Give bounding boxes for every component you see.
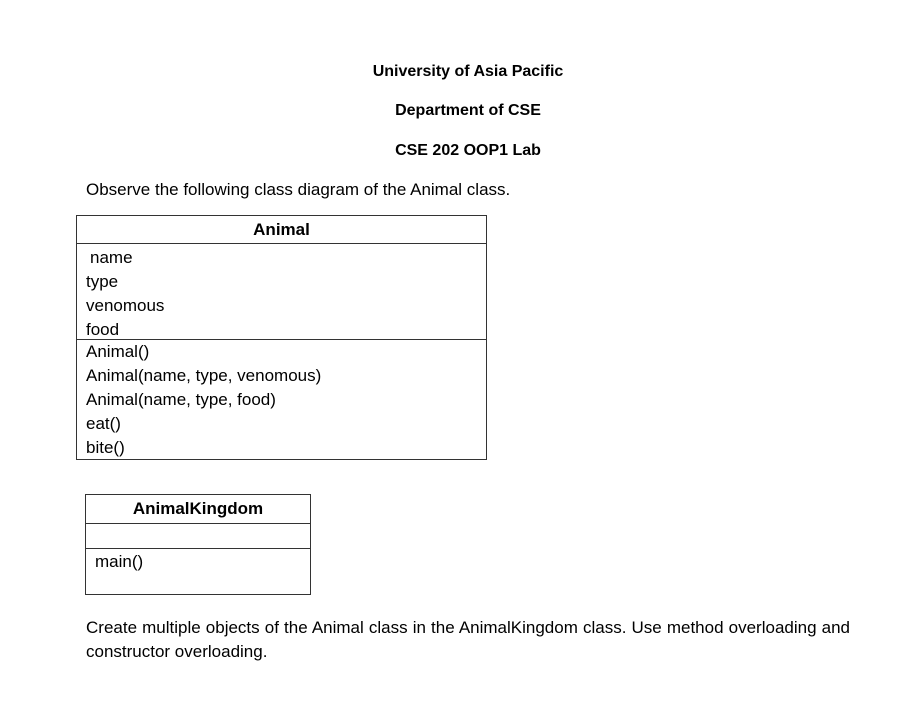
- method-item: main(): [95, 552, 144, 571]
- animalkingdom-attributes: [86, 524, 310, 549]
- method-item: Animal(): [86, 342, 150, 361]
- animal-class-name: Animal: [77, 216, 486, 244]
- attribute-item: type: [86, 272, 119, 291]
- method-item: eat(): [86, 414, 121, 433]
- animal-methods: Animal() Animal(name, type, venomous) An…: [77, 340, 486, 460]
- attribute-item: venomous: [86, 296, 165, 315]
- task-text: Create multiple objects of the Animal cl…: [86, 618, 850, 661]
- intro-text: Observe the following class diagram of t…: [86, 180, 511, 199]
- animal-attributes: name type venomous food: [77, 244, 486, 340]
- method-item: Animal(name, type, food): [86, 390, 276, 409]
- method-item: Animal(name, type, venomous): [86, 366, 322, 385]
- course-title: CSE 202 OOP1 Lab: [395, 142, 541, 159]
- attribute-item: food: [86, 320, 120, 339]
- method-item: bite(): [86, 438, 125, 457]
- animalkingdom-methods: main(): [86, 549, 310, 574]
- attribute-item: name: [90, 248, 133, 267]
- department-title: Department of CSE: [395, 102, 541, 119]
- animalkingdom-class-name: AnimalKingdom: [86, 495, 310, 524]
- animalkingdom-class-diagram: AnimalKingdom main(): [85, 494, 311, 595]
- university-title: University of Asia Pacific: [372, 63, 564, 80]
- animal-class-diagram: Animal name type venomous food Animal() …: [76, 215, 487, 460]
